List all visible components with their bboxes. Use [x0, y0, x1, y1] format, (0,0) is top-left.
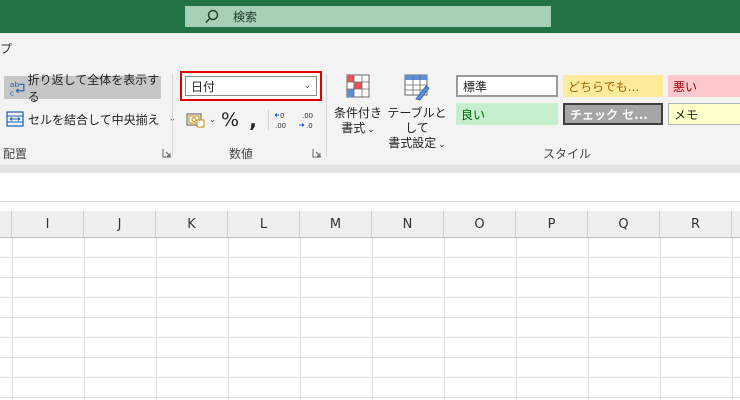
- group-separator: [268, 110, 269, 130]
- style-bad[interactable]: 悪い: [668, 75, 740, 97]
- chevron-down-icon: ⌄: [303, 81, 311, 91]
- merge-center-label: セルを結合して中央揃え: [28, 112, 160, 127]
- chevron-down-icon[interactable]: ⌄: [209, 115, 217, 125]
- title-bar: 検索: [0, 0, 740, 33]
- svg-text:0: 0: [280, 112, 284, 120]
- chevron-down-icon: ⌄: [438, 140, 446, 150]
- conditional-formatting-label-1: 条件付き: [333, 106, 382, 120]
- style-good-label: 良い: [461, 107, 486, 122]
- style-bad-label: 悪い: [673, 79, 698, 94]
- search-icon: [205, 9, 219, 23]
- alignment-group-label: 配置: [3, 147, 28, 161]
- column-header[interactable]: I: [12, 211, 84, 237]
- merge-center-button[interactable]: セルを結合して中央揃え ⌄: [6, 108, 176, 130]
- increase-decimal-icon: 0 .00: [274, 112, 286, 130]
- decrease-decimal-icon: .00 .0: [299, 112, 313, 130]
- format-as-table-label-1: テーブルとして: [387, 106, 447, 135]
- wrap-text-label: 折り返して全体を表示する: [27, 72, 160, 104]
- column-header-partial[interactable]: [0, 211, 12, 237]
- number-format-value: 日付: [191, 79, 216, 94]
- column-header[interactable]: R: [660, 211, 732, 237]
- style-note-label: メモ: [674, 107, 699, 122]
- style-neutral-label: どちらでも...: [568, 79, 640, 94]
- percent-style-icon[interactable]: %: [219, 108, 241, 132]
- accounting-icon: [186, 113, 205, 128]
- number-format-select[interactable]: 日付 ⌄: [185, 76, 317, 96]
- column-header[interactable]: M: [300, 211, 372, 237]
- column-header[interactable]: N: [372, 211, 444, 237]
- svg-text:.0: .0: [306, 122, 313, 130]
- cell-grid[interactable]: [0, 238, 740, 400]
- ribbon-divider: [0, 165, 740, 173]
- number-format-highlight: 日付 ⌄: [180, 71, 322, 101]
- style-normal[interactable]: 標準: [456, 75, 558, 97]
- accounting-format-button[interactable]: ⌄: [184, 108, 218, 132]
- search-label: 検索: [233, 10, 258, 24]
- style-good[interactable]: 良い: [456, 103, 558, 125]
- format-as-table-icon: [404, 74, 430, 101]
- svg-text:.00: .00: [275, 122, 286, 130]
- dialog-launcher-icon[interactable]: [162, 148, 172, 158]
- merge-center-icon: [6, 111, 24, 127]
- conditional-formatting-label-2: 書式: [341, 121, 366, 135]
- dialog-launcher-icon[interactable]: [312, 148, 322, 158]
- style-check-cell-label: チェック セ...: [570, 107, 648, 122]
- comma-style-icon[interactable]: ,: [243, 108, 263, 132]
- style-normal-label: 標準: [463, 79, 488, 94]
- svg-text:.00: .00: [302, 112, 313, 120]
- svg-text:c: c: [10, 88, 14, 97]
- format-as-table-label-2: 書式設定: [388, 136, 437, 150]
- column-header[interactable]: L: [228, 211, 300, 237]
- formula-bar[interactable]: [0, 173, 740, 202]
- style-check-cell[interactable]: チェック セ...: [563, 103, 663, 125]
- search-box[interactable]: 検索: [185, 6, 551, 27]
- column-header[interactable]: Q: [588, 211, 660, 237]
- conditional-formatting-icon: [346, 74, 370, 98]
- column-header[interactable]: K: [156, 211, 228, 237]
- column-header[interactable]: O: [444, 211, 516, 237]
- column-headers: I J K L M N O P Q R: [0, 211, 740, 238]
- group-separator: [172, 74, 173, 156]
- styles-group-label: スタイル: [543, 147, 592, 161]
- column-header-partial[interactable]: [732, 211, 740, 237]
- wrap-text-icon: ab c: [10, 80, 25, 97]
- number-group-label: 数値: [229, 147, 254, 161]
- chevron-down-icon: ⌄: [367, 125, 375, 135]
- wrap-text-button[interactable]: ab c 折り返して全体を表示する: [4, 73, 161, 104]
- decrease-decimal-button[interactable]: .00 .0: [296, 108, 318, 132]
- increase-decimal-button[interactable]: 0 .00: [272, 108, 294, 132]
- format-as-table-button[interactable]: テーブルとして 書式設定 ⌄: [384, 72, 450, 153]
- column-header[interactable]: J: [84, 211, 156, 237]
- ribbon-tab-partial[interactable]: プ: [0, 40, 12, 57]
- group-separator: [326, 74, 327, 156]
- style-neutral[interactable]: どちらでも...: [563, 75, 663, 97]
- style-note[interactable]: メモ: [668, 103, 740, 125]
- column-header[interactable]: P: [516, 211, 588, 237]
- conditional-formatting-button[interactable]: 条件付き 書式 ⌄: [332, 72, 384, 138]
